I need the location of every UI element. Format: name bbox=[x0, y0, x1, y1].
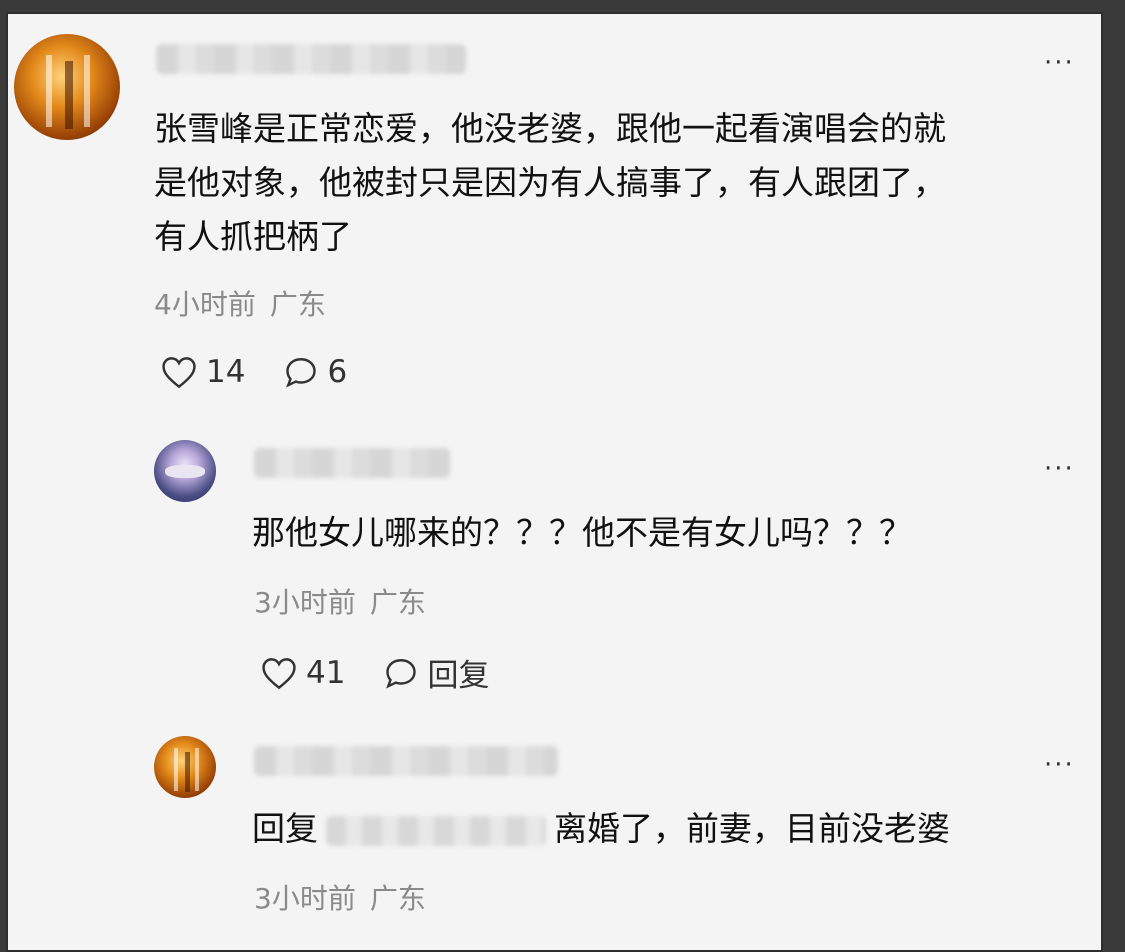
more-icon[interactable]: ··· bbox=[1044, 456, 1075, 482]
timestamp: 3小时前 bbox=[254, 586, 356, 619]
reply-button[interactable]: 回复 bbox=[383, 650, 489, 695]
like-button[interactable]: 41 bbox=[260, 655, 345, 691]
username-redacted[interactable] bbox=[254, 448, 450, 478]
like-count: 14 bbox=[206, 354, 246, 390]
comment-text-line: 有人抓把柄了 bbox=[154, 217, 352, 256]
reply-label: 回复 bbox=[427, 658, 490, 694]
comment-bubble-icon bbox=[386, 658, 417, 689]
username-redacted[interactable] bbox=[156, 44, 466, 74]
more-icon[interactable]: ··· bbox=[1044, 50, 1075, 76]
avatar[interactable] bbox=[154, 440, 216, 502]
comment-meta: 3小时前 广东 bbox=[254, 882, 426, 916]
avatar[interactable] bbox=[14, 34, 120, 140]
comment-meta: 4小时前 广东 bbox=[154, 288, 326, 322]
like-count: 41 bbox=[306, 654, 346, 691]
comment-bubble-icon bbox=[286, 358, 317, 388]
location: 广东 bbox=[369, 882, 426, 915]
more-icon[interactable]: ··· bbox=[1044, 752, 1075, 778]
heart-icon bbox=[162, 357, 196, 389]
heart-icon bbox=[262, 657, 296, 689]
comment-actions: 41 回复 bbox=[260, 650, 527, 695]
comment-text: 那他女儿哪来的？？？他不是有女儿吗？？？ bbox=[252, 513, 912, 552]
timestamp: 3小时前 bbox=[254, 882, 356, 915]
comment-meta: 3小时前 广东 bbox=[254, 586, 426, 620]
comment-text: 回复 离婚了，前妻，目前没老婆 bbox=[252, 802, 1082, 856]
avatar[interactable] bbox=[154, 736, 216, 798]
timestamp: 4小时前 bbox=[154, 288, 256, 321]
comment-thread: ··· 张雪峰是正常恋爱，他没老婆，跟他一起看演唱会的就 是他对象，他被封只是因… bbox=[6, 12, 1103, 952]
comment-actions: 14 6 bbox=[160, 354, 385, 390]
like-button[interactable]: 14 bbox=[160, 354, 245, 390]
comment-text-line: 张雪峰是正常恋爱，他没老婆，跟他一起看演唱会的就 bbox=[154, 109, 946, 148]
reply-text: 离婚了，前妻，目前没老婆 bbox=[554, 809, 950, 848]
username-redacted[interactable] bbox=[254, 746, 558, 776]
reply-count-button[interactable]: 6 bbox=[283, 354, 347, 390]
location: 广东 bbox=[369, 586, 426, 619]
reply-prefix: 回复 bbox=[252, 809, 318, 848]
comment-text-line: 是他对象，他被封只是因为有人搞事了，有人跟团了， bbox=[154, 163, 946, 202]
comment-text: 张雪峰是正常恋爱，他没老婆，跟他一起看演唱会的就 是他对象，他被封只是因为有人搞… bbox=[154, 102, 1094, 264]
location: 广东 bbox=[269, 288, 326, 321]
mentioned-username-redacted[interactable] bbox=[326, 815, 546, 846]
reply-count: 6 bbox=[327, 354, 348, 390]
